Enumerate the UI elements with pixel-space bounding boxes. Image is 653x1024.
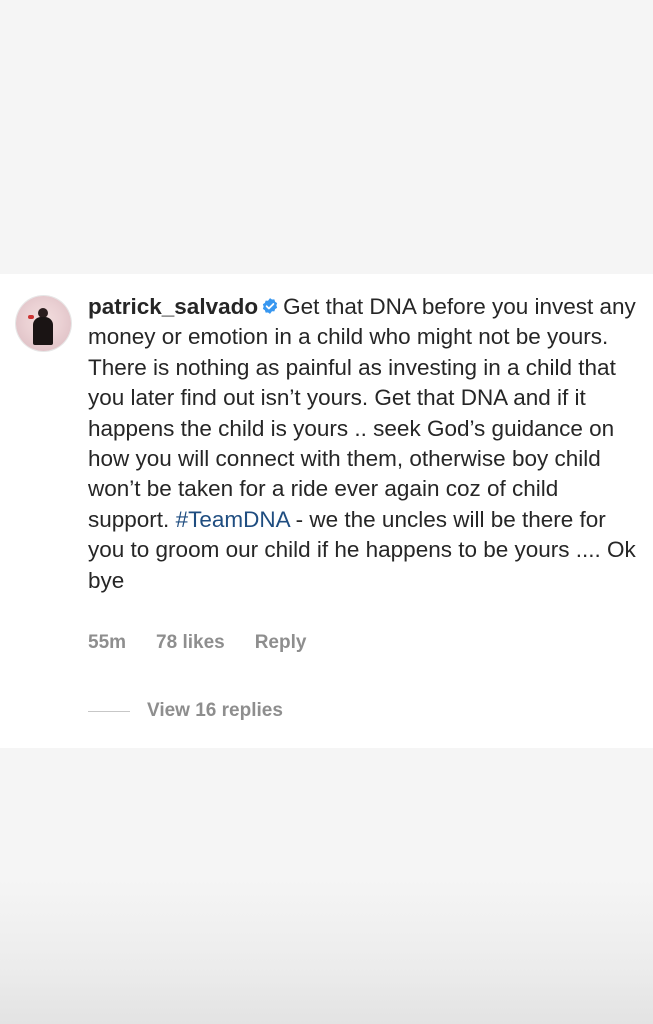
avatar-figure-body: [33, 317, 53, 345]
username-link[interactable]: patrick_salvado: [88, 294, 258, 319]
comment-body-text-continued: - we the uncles will be there for you to…: [88, 506, 636, 593]
view-replies-label: View 16 replies: [147, 700, 283, 721]
likes-count-button[interactable]: 78 likes: [156, 632, 225, 654]
reply-button[interactable]: Reply: [255, 632, 307, 654]
avatar-microphone: [28, 315, 34, 319]
view-replies-button[interactable]: View 16 replies: [88, 700, 283, 722]
hashtag-link[interactable]: #TeamDNA: [176, 507, 290, 532]
replies-divider-line: [88, 710, 130, 712]
background-fade: [0, 880, 653, 1024]
comment-text: patrick_salvado Get that DNA before you …: [88, 292, 643, 596]
verified-badge-icon: [262, 298, 278, 314]
comment-card: patrick_salvado Get that DNA before you …: [0, 274, 653, 748]
comment-meta-row: 55m 78 likes Reply: [88, 632, 306, 654]
comment-timestamp: 55m: [88, 632, 127, 653]
comment-body-text: Get that DNA before you invest any money…: [88, 294, 636, 532]
avatar[interactable]: [16, 296, 71, 351]
